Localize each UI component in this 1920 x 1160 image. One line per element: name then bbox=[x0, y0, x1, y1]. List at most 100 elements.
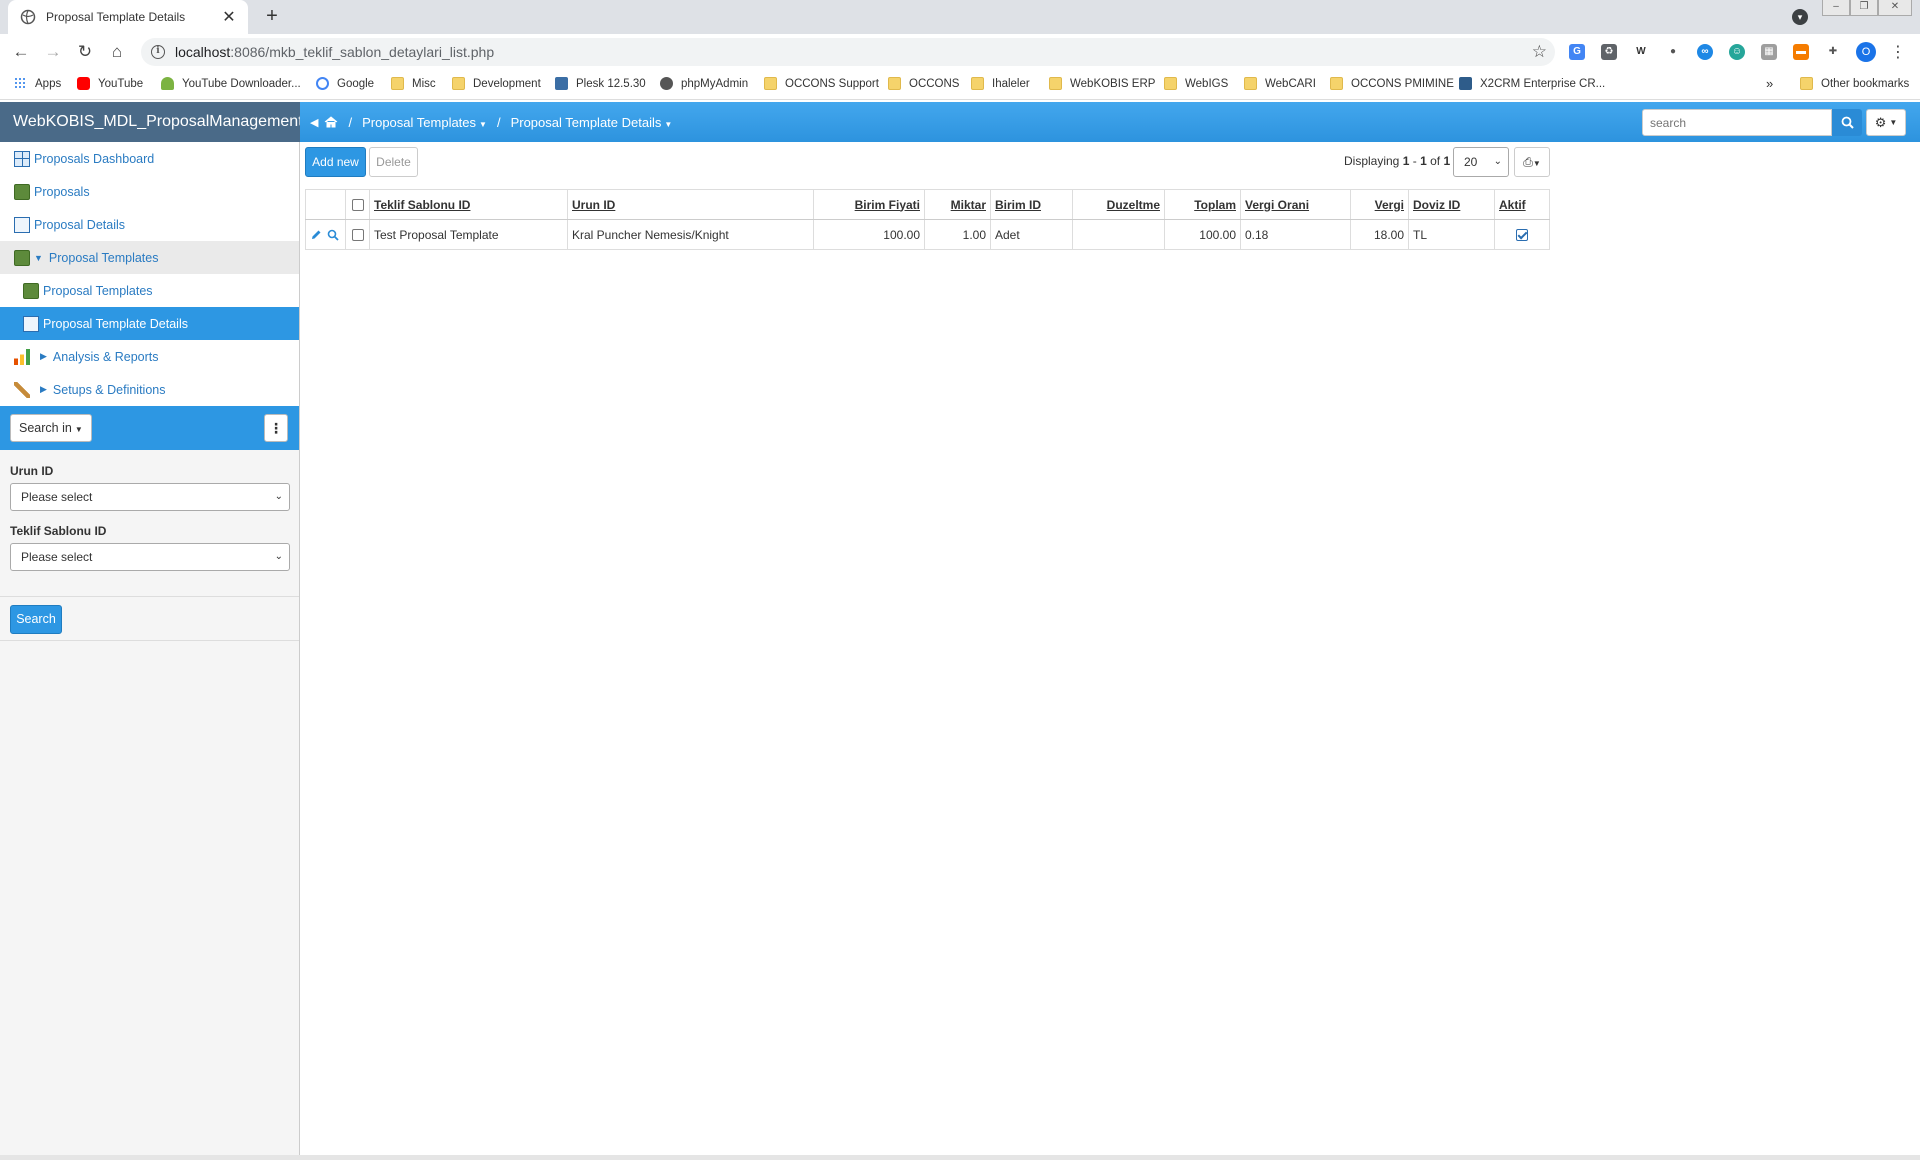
edit-pencil-icon[interactable] bbox=[310, 229, 322, 241]
page-size-select[interactable]: 20 ⌄ bbox=[1453, 147, 1509, 177]
bookmark-phpmyadmin[interactable]: phpMyAdmin bbox=[660, 77, 748, 90]
folder-icon bbox=[1330, 77, 1343, 90]
link-extension-icon[interactable]: ∞ bbox=[1697, 44, 1713, 60]
bookmark-misc[interactable]: Misc bbox=[391, 77, 436, 90]
bookmark-ihaleler[interactable]: Ihaleler bbox=[971, 77, 1030, 90]
sidebar-item-proposal-template-details[interactable]: Proposal Template Details bbox=[0, 307, 299, 340]
header-search-button[interactable] bbox=[1832, 109, 1862, 136]
home-icon[interactable] bbox=[324, 116, 338, 128]
search-panel-menu-icon[interactable]: ⋮ bbox=[264, 414, 288, 442]
bookmarks-bar: Apps YouTube YouTube Downloader... Googl… bbox=[0, 70, 1920, 100]
table-row: Test Proposal Template Kral Puncher Neme… bbox=[305, 219, 1550, 250]
sidebar-item-proposal-templates-group[interactable]: ▼ Proposal Templates bbox=[0, 241, 299, 274]
youtube-icon bbox=[77, 77, 90, 90]
bookmark-webigs[interactable]: WebIGS bbox=[1164, 77, 1228, 90]
maximize-button[interactable]: ❐ bbox=[1850, 0, 1878, 16]
sidebar-item-analysis-reports[interactable]: ▶ Analysis & Reports bbox=[0, 340, 299, 373]
search-button[interactable]: Search bbox=[10, 605, 62, 634]
cell-urun-id: Kral Puncher Nemesis/Knight bbox=[567, 219, 814, 250]
bookmark-occons[interactable]: OCCONS bbox=[888, 77, 959, 90]
close-tab-icon[interactable]: ✕ bbox=[220, 7, 238, 27]
column-header-teklif-sablonu-id[interactable]: Teklif Sablonu ID bbox=[369, 189, 568, 220]
cookie-extension-icon[interactable]: ▬ bbox=[1793, 44, 1809, 60]
bookmark-occons-pmimine[interactable]: OCCONS PMIMINE bbox=[1330, 77, 1454, 90]
home-icon[interactable]: ⌂ bbox=[106, 41, 128, 63]
triangle-right-icon: ▶ bbox=[40, 351, 47, 361]
column-header-vergi[interactable]: Vergi bbox=[1350, 189, 1409, 220]
column-header-vergi-orani[interactable]: Vergi Orani bbox=[1240, 189, 1351, 220]
cell-toplam: 100.00 bbox=[1164, 219, 1241, 250]
row-select-checkbox[interactable] bbox=[351, 229, 364, 242]
bookmark-webkobis-erp[interactable]: WebKOBIS ERP bbox=[1049, 77, 1155, 90]
caret-down-icon: ▼ bbox=[479, 119, 487, 129]
urun-id-select[interactable]: Please select ⌄ bbox=[10, 483, 290, 511]
profile-avatar[interactable]: O bbox=[1856, 42, 1876, 62]
view-magnifier-icon[interactable] bbox=[327, 229, 339, 241]
bookmarks-more-chevron[interactable]: » bbox=[1766, 76, 1773, 91]
reload-icon[interactable]: ↻ bbox=[74, 41, 96, 63]
teklif-sablonu-id-select[interactable]: Please select ⌄ bbox=[10, 543, 290, 571]
url-text[interactable]: localhost:8086/mkb_teklif_sablon_detayla… bbox=[175, 44, 1532, 60]
face-extension-icon[interactable]: ☺ bbox=[1729, 44, 1745, 60]
settings-dropdown-button[interactable]: ⚙ ▼ bbox=[1866, 109, 1906, 136]
window-close-button[interactable]: ✕ bbox=[1878, 0, 1912, 16]
bookmark-star-icon[interactable]: ☆ bbox=[1532, 42, 1547, 62]
bookmark-youtube[interactable]: YouTube bbox=[77, 77, 143, 90]
breadcrumb-proposal-templates[interactable]: Proposal Templates ▼ bbox=[362, 115, 487, 130]
cell-birim-fiyati: 100.00 bbox=[813, 219, 925, 250]
wikipedia-extension-icon[interactable]: W bbox=[1633, 44, 1649, 60]
select-all-checkbox[interactable] bbox=[351, 199, 364, 212]
bookmark-x2crm[interactable]: X2CRM Enterprise CR... bbox=[1459, 77, 1605, 90]
minimize-button[interactable]: – bbox=[1822, 0, 1850, 16]
bookmark-webcari[interactable]: WebCARI bbox=[1244, 77, 1316, 90]
column-header-duzeltme[interactable]: Duzeltme bbox=[1072, 189, 1165, 220]
translate-extension-icon[interactable]: G bbox=[1569, 44, 1585, 60]
sidebar-item-proposals[interactable]: Proposals bbox=[0, 175, 299, 208]
sidebar-item-proposal-templates[interactable]: Proposal Templates bbox=[0, 274, 299, 307]
recycle-extension-icon[interactable]: ♻ bbox=[1601, 44, 1617, 60]
sidebar-item-proposal-details[interactable]: Proposal Details bbox=[0, 208, 299, 241]
forward-arrow-icon[interactable]: → bbox=[42, 41, 64, 63]
bookmark-google[interactable]: Google bbox=[316, 77, 374, 90]
browser-menu-icon[interactable]: ⋮ bbox=[1890, 42, 1906, 62]
bookmark-development[interactable]: Development bbox=[452, 77, 541, 90]
site-info-icon[interactable]: i bbox=[151, 45, 165, 59]
column-header-birim-id[interactable]: Birim ID bbox=[990, 189, 1073, 220]
back-arrow-icon[interactable]: ← bbox=[10, 41, 32, 63]
cell-vergi: 18.00 bbox=[1350, 219, 1409, 250]
main-content: Add new Delete Displaying 1 - 1 of 1 20 ⌄… bbox=[301, 142, 1920, 1155]
column-header-urun-id[interactable]: Urun ID bbox=[567, 189, 814, 220]
bookmark-youtube-downloader[interactable]: YouTube Downloader... bbox=[161, 77, 301, 90]
new-tab-button[interactable]: + bbox=[260, 5, 284, 29]
export-print-button[interactable]: ⎙▼ bbox=[1514, 147, 1550, 177]
puzzle-extensions-icon[interactable]: ✚ bbox=[1825, 44, 1841, 60]
breadcrumb-proposal-template-details[interactable]: Proposal Template Details ▼ bbox=[511, 115, 673, 130]
collapse-sidebar-icon[interactable]: ◀ bbox=[310, 116, 318, 129]
tab-search-icon[interactable]: ▾ bbox=[1792, 9, 1808, 25]
search-in-dropdown[interactable]: Search in ▼ bbox=[10, 414, 92, 442]
column-header-toplam[interactable]: Toplam bbox=[1164, 189, 1241, 220]
column-header-birim-fiyati[interactable]: Birim Fiyati bbox=[813, 189, 925, 220]
bookmark-occons-support[interactable]: OCCONS Support bbox=[764, 77, 879, 90]
bookmark-plesk[interactable]: Plesk 12.5.30 bbox=[555, 77, 646, 90]
sidebar-item-setups-definitions[interactable]: ▶ Setups & Definitions bbox=[0, 373, 299, 406]
bookmark-other[interactable]: Other bookmarks bbox=[1800, 77, 1909, 90]
delete-button[interactable]: Delete bbox=[369, 147, 418, 177]
search-icon bbox=[1841, 116, 1854, 129]
browser-tab[interactable]: Proposal Template Details ✕ bbox=[8, 0, 248, 34]
column-header-doviz-id[interactable]: Doviz ID bbox=[1408, 189, 1495, 220]
sidebar-item-proposals-dashboard[interactable]: Proposals Dashboard bbox=[0, 142, 299, 175]
app-brand[interactable]: WebKOBIS_MDL_ProposalManagement bbox=[0, 102, 303, 142]
location-extension-icon[interactable]: ● bbox=[1665, 44, 1681, 60]
column-header-miktar[interactable]: Miktar bbox=[924, 189, 991, 220]
row-actions bbox=[305, 219, 346, 250]
bookmark-apps[interactable]: Apps bbox=[14, 77, 61, 90]
cell-vergi-orani: 0.18 bbox=[1240, 219, 1351, 250]
header-search-input[interactable] bbox=[1642, 109, 1832, 136]
apps-grid-icon bbox=[14, 77, 27, 90]
grid-extension-icon[interactable]: ▦ bbox=[1761, 44, 1777, 60]
column-header-aktif[interactable]: Aktif bbox=[1494, 189, 1550, 220]
address-bar[interactable]: i localhost:8086/mkb_teklif_sablon_detay… bbox=[141, 38, 1555, 66]
add-new-button[interactable]: Add new bbox=[305, 147, 366, 177]
record-count: Displaying 1 - 1 of 1 bbox=[1344, 154, 1451, 168]
